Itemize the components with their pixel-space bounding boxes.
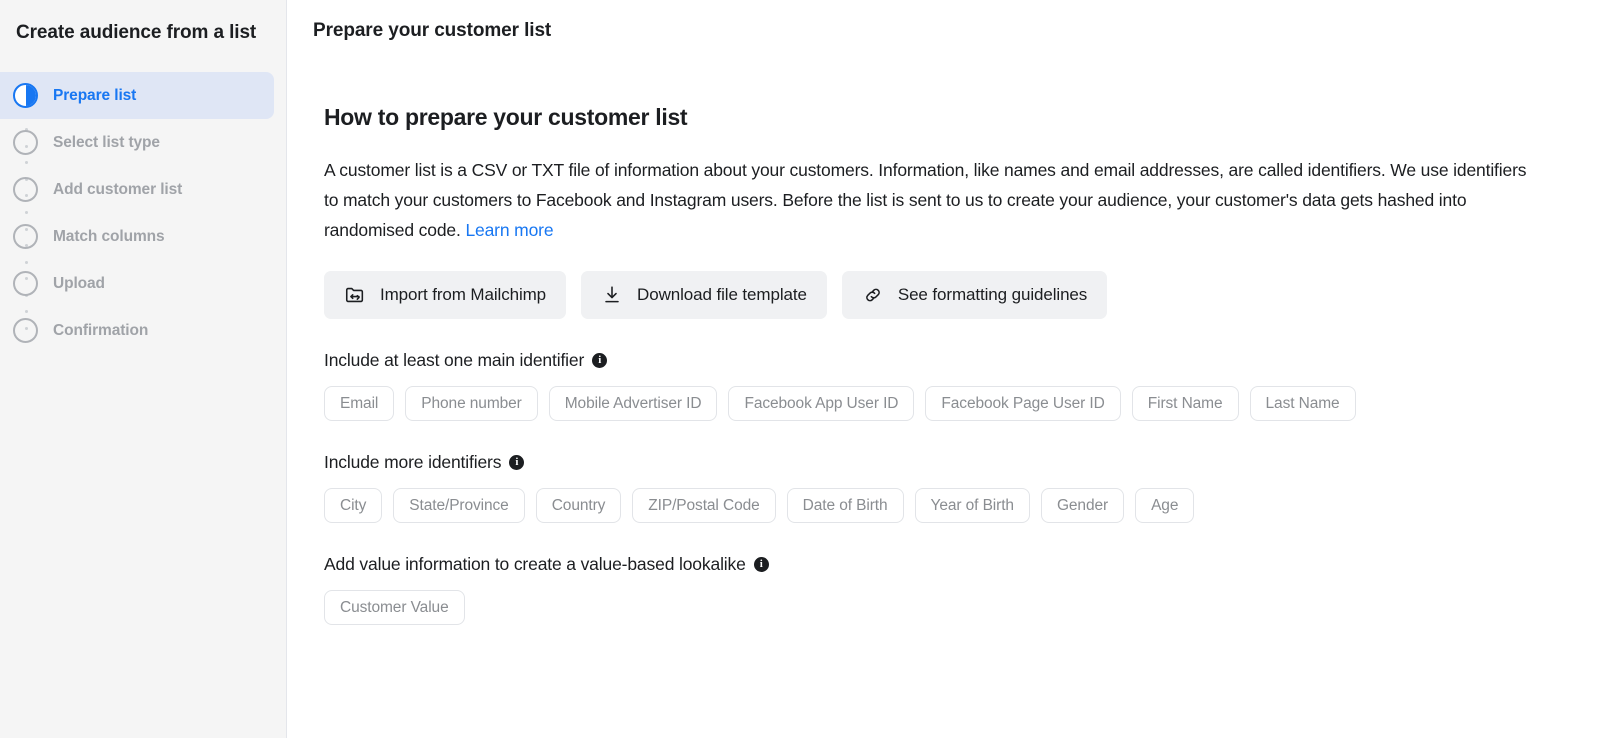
empty-circle-icon-shape xyxy=(13,271,38,297)
empty-circle-icon-shape xyxy=(13,224,38,250)
identifier-chip[interactable]: Age xyxy=(1135,488,1195,524)
sidebar-step-prepare-list[interactable]: Prepare list xyxy=(0,72,274,120)
sidebar-step-label: Prepare list xyxy=(53,86,137,104)
sidebar-step-confirmation[interactable]: Confirmation xyxy=(0,307,286,354)
identifier-chip[interactable]: Country xyxy=(535,488,622,524)
content-area: How to prepare your customer list A cust… xyxy=(287,42,1600,626)
group-label-text: Add value information to create a value-… xyxy=(324,554,746,575)
link-icon xyxy=(862,284,884,306)
identifier-group: Include more identifiers i City State/Provi… xyxy=(324,452,1600,524)
empty-circle-icon xyxy=(13,271,38,297)
half-filled-circle-icon xyxy=(13,83,38,109)
identifier-chip[interactable]: State/Province xyxy=(393,488,525,524)
download-file-template-button[interactable]: Download file template xyxy=(581,271,827,320)
page-title: Prepare your customer list xyxy=(313,20,552,41)
identifier-chip[interactable]: Year of Birth xyxy=(914,488,1030,524)
empty-circle-icon xyxy=(13,318,38,344)
half-filled-circle-icon-shape xyxy=(13,83,38,109)
identifier-chip[interactable]: City xyxy=(324,488,383,524)
identifier-chip[interactable]: Gender xyxy=(1040,488,1125,524)
empty-circle-icon xyxy=(13,130,38,156)
create-audience-dialog: Create audience from a list Prepare list… xyxy=(0,0,1600,738)
empty-circle-icon-shape xyxy=(13,177,38,203)
chip-row: City State/Province Country ZIP/Postal Code… xyxy=(324,488,1600,524)
empty-circle-icon-shape xyxy=(13,130,38,156)
step-list: Prepare list Select list type Add customer… xyxy=(0,72,286,354)
sidebar-step-label: Confirmation xyxy=(53,321,149,339)
identifier-chip[interactable]: Facebook App User ID xyxy=(728,386,915,422)
identifier-chip[interactable]: First Name xyxy=(1131,386,1239,422)
learn-more-link[interactable]: Learn more xyxy=(465,220,553,240)
sidebar-step-label: Select list type xyxy=(53,133,160,151)
sidebar-step-label: Add customer list xyxy=(53,180,183,198)
sidebar-step-select-list-type[interactable]: Select list type xyxy=(0,119,286,166)
empty-circle-icon xyxy=(13,224,38,250)
identifier-group: Add value information to create a value-… xyxy=(324,554,1600,626)
sidebar: Create audience from a list Prepare list… xyxy=(0,0,287,738)
action-button-label: See formatting guidelines xyxy=(897,285,1088,305)
section-title: How to prepare your customer list xyxy=(324,104,688,130)
identifier-chip[interactable]: Phone number xyxy=(405,386,538,422)
chip-row: Email Phone number Mobile Advertiser ID Fac… xyxy=(324,386,1600,422)
action-button-row: Import from Mailchimp Download file templ… xyxy=(324,271,1600,320)
group-label: Include at least one main identifier i xyxy=(324,350,1600,371)
identifier-chip[interactable]: Date of Birth xyxy=(786,488,904,524)
identifier-chip[interactable]: Facebook Page User ID xyxy=(925,386,1121,422)
sidebar-step-label: Match columns xyxy=(53,227,165,245)
identifier-chip[interactable]: Email xyxy=(324,386,395,422)
download-icon xyxy=(601,284,623,306)
empty-circle-icon-shape xyxy=(13,318,38,344)
action-button-label: Import from Mailchimp xyxy=(380,285,547,305)
group-label-text: Include at least one main identifier xyxy=(324,350,585,371)
sidebar-step-add-customer-list[interactable]: Add customer list xyxy=(0,166,286,213)
info-icon[interactable]: i xyxy=(753,557,769,573)
sidebar-step-label: Upload xyxy=(53,274,105,292)
main-panel: Prepare your customer list How to prepar… xyxy=(287,0,1600,738)
info-icon[interactable]: i xyxy=(509,455,525,471)
identifier-group: Include at least one main identifier i Ema… xyxy=(324,350,1600,422)
folder-import-icon xyxy=(344,284,366,306)
identifier-chip[interactable]: Customer Value xyxy=(324,590,465,626)
group-label: Include more identifiers i xyxy=(324,452,1600,473)
group-label: Add value information to create a value-… xyxy=(324,554,1600,575)
sidebar-step-match-columns[interactable]: Match columns xyxy=(0,213,286,260)
empty-circle-icon xyxy=(13,177,38,203)
import-from-mailchimp-button[interactable]: Import from Mailchimp xyxy=(324,271,567,320)
action-button-label: Download file template xyxy=(637,285,807,305)
sidebar-step-upload[interactable]: Upload xyxy=(0,260,286,307)
identifier-groups: Include at least one main identifier i Ema… xyxy=(324,350,1600,626)
identifier-chip[interactable]: Last Name xyxy=(1249,386,1356,422)
chip-row: Customer Value xyxy=(324,590,1600,626)
identifier-chip[interactable]: ZIP/Postal Code xyxy=(632,488,776,524)
description-text: A customer list is a CSV or TXT file of … xyxy=(324,155,1539,245)
identifier-chip[interactable]: Mobile Advertiser ID xyxy=(548,386,718,422)
sidebar-title: Create audience from a list xyxy=(16,22,257,43)
group-label-text: Include more identifiers xyxy=(324,452,502,473)
info-icon[interactable]: i xyxy=(592,353,608,369)
see-formatting-guidelines-button[interactable]: See formatting guidelines xyxy=(841,271,1108,320)
